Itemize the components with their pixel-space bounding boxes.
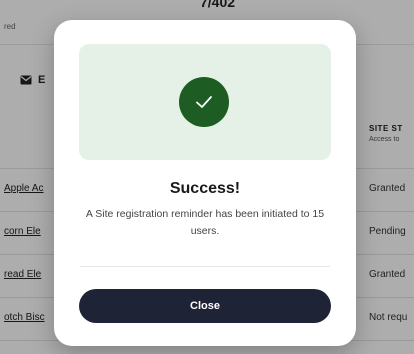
dialog-title: Success! — [169, 180, 241, 197]
app-screen: red 7/402 E SITE ST Access to Apple Ac G… — [0, 0, 414, 354]
success-dialog: Success! A Site registration reminder ha… — [54, 20, 356, 346]
dialog-message: A Site registration reminder has been in… — [85, 208, 325, 237]
close-button[interactable]: Close — [79, 289, 331, 323]
checkmark-icon — [179, 77, 229, 127]
success-banner — [79, 44, 331, 160]
divider — [80, 266, 330, 267]
